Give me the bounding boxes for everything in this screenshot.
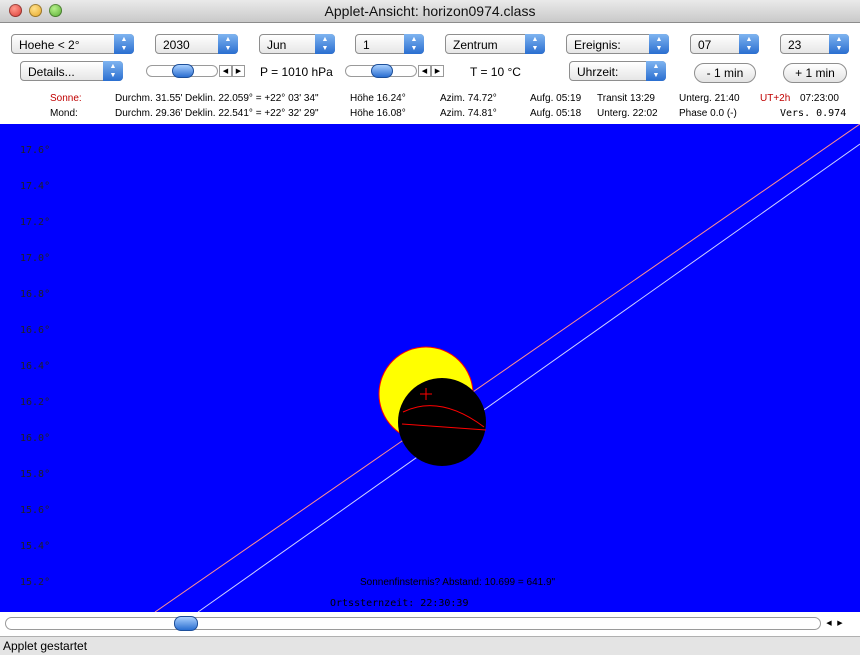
status-bar: Applet gestartet	[0, 636, 860, 655]
stepper-arrows-icon: ▲ ▼	[646, 61, 666, 81]
sun-label: Sonne:	[50, 93, 82, 104]
plus-minute-button[interactable]: + 1 min	[783, 63, 847, 83]
moon-azimuth: Azim. 74.81°	[440, 108, 497, 119]
y-tick-label: 17.2°	[20, 217, 51, 228]
current-time: 07:23:00	[800, 93, 839, 104]
y-tick-label: 17.0°	[20, 253, 51, 264]
moon-set: Unterg. 22:02	[597, 108, 658, 119]
sun-transit: Transit 13:29	[597, 93, 655, 104]
y-tick-label: 16.8°	[20, 289, 51, 300]
slider-thumb[interactable]	[371, 64, 393, 78]
event-select[interactable]: Ereignis: ▲ ▼	[566, 34, 669, 54]
moon-diameter: Durchm. 29.36'	[115, 108, 183, 119]
pressure-slider[interactable]: ◀ ▶	[146, 64, 246, 78]
moon-height: Höhe 16.08°	[350, 108, 406, 119]
details-select[interactable]: Details... ▲ ▼	[20, 61, 123, 81]
scroll-track[interactable]	[5, 617, 821, 630]
moon-path-line	[197, 143, 860, 612]
month-select[interactable]: Jun ▲ ▼	[259, 34, 335, 54]
slider-thumb[interactable]	[172, 64, 194, 78]
moon-phase: Phase 0.0 (-)	[679, 108, 737, 119]
year-select[interactable]: 2030 ▲ ▼	[155, 34, 238, 54]
status-text: Applet gestartet	[3, 639, 88, 653]
stepper-arrows-icon: ▲ ▼	[525, 34, 545, 54]
sun-rise: Aufg. 05:19	[530, 93, 582, 104]
moon-disc	[398, 378, 486, 466]
day-select[interactable]: 1 ▲ ▼	[355, 34, 424, 54]
y-tick-label: 15.2°	[20, 577, 51, 588]
minus-minute-button[interactable]: - 1 min	[694, 63, 756, 83]
temperature-label: T = 10 °C	[470, 65, 521, 79]
title-bar: Applet-Ansicht: horizon0974.class	[0, 0, 860, 23]
moon-declination: Deklin. 22.541° = +22° 32' 29"	[185, 108, 319, 119]
arrow-right-icon[interactable]: ▶	[232, 65, 245, 77]
stepper-arrows-icon: ▲ ▼	[739, 34, 759, 54]
scroll-thumb[interactable]	[174, 616, 198, 631]
sidereal-time: Ortssternzeit: 22:30:39	[330, 598, 469, 609]
stepper-arrows-icon: ▲ ▼	[315, 34, 335, 54]
stepper-arrows-icon: ▲ ▼	[114, 34, 134, 54]
uhrzeit-select[interactable]: Uhrzeit: ▲ ▼	[569, 61, 666, 81]
sun-declination: Deklin. 22.059° = +22° 03' 34"	[185, 93, 319, 104]
y-tick-label: 15.8°	[20, 469, 51, 480]
sun-azimuth: Azim. 74.72°	[440, 93, 497, 104]
y-tick-label: 15.4°	[20, 541, 51, 552]
hour-select[interactable]: 07 ▲ ▼	[690, 34, 759, 54]
control-panel: Hoehe < 2° ▲ ▼ 2030 ▲ ▼ Jun ▲ ▼ 1 ▲ ▼ Zentrum ▲ ▼ …	[0, 23, 860, 124]
temperature-slider[interactable]: ◀ ▶	[345, 64, 445, 78]
eclipse-text: Sonnenfinsternis? Abstand: 10.699 = 641.…	[360, 577, 556, 588]
y-tick-label: 15.6°	[20, 505, 51, 516]
moon-rise: Aufg. 05:18	[530, 108, 582, 119]
y-tick-label: 16.0°	[20, 433, 51, 444]
window-title: Applet-Ansicht: horizon0974.class	[324, 3, 536, 19]
y-tick-label: 16.4°	[20, 361, 51, 372]
pressure-label: P = 1010 hPa	[260, 65, 333, 79]
sky-drawing	[154, 124, 860, 612]
arrow-right-icon[interactable]: ▶	[431, 65, 444, 77]
hoehe-select[interactable]: Hoehe < 2° ▲ ▼	[11, 34, 134, 54]
minute-select[interactable]: 23 ▲ ▼	[780, 34, 849, 54]
arrow-left-icon[interactable]: ◀	[219, 65, 232, 77]
y-tick-label: 17.4°	[20, 181, 51, 192]
y-tick-label: 16.6°	[20, 325, 51, 336]
stepper-arrows-icon: ▲ ▼	[103, 61, 123, 81]
utc-offset: UT+2h	[760, 93, 791, 104]
stepper-arrows-icon: ▲ ▼	[404, 34, 424, 54]
stepper-arrows-icon: ▲ ▼	[649, 34, 669, 54]
moon-label: Mond:	[50, 108, 78, 119]
stepper-arrows-icon: ▲ ▼	[218, 34, 238, 54]
horizontal-scrollbar[interactable]: ◀ ▶	[0, 612, 860, 636]
sun-path-line	[154, 124, 860, 612]
sun-height: Höhe 16.24°	[350, 93, 406, 104]
stepper-arrows-icon: ▲ ▼	[829, 34, 849, 54]
arrow-right-icon[interactable]: ▶	[834, 617, 846, 630]
y-tick-label: 17.6°	[20, 145, 51, 156]
mode-select[interactable]: Zentrum ▲ ▼	[445, 34, 545, 54]
y-tick-label: 16.2°	[20, 397, 51, 408]
sun-diameter: Durchm. 31.55'	[115, 93, 183, 104]
arrow-left-icon[interactable]: ◀	[418, 65, 431, 77]
version-label: Vers. 0.974	[780, 108, 847, 119]
sky-canvas[interactable]: 17.6° 17.4° 17.2° 17.0° 16.8° 16.6° 16.4…	[0, 124, 860, 612]
sun-set: Unterg. 21:40	[679, 93, 740, 104]
